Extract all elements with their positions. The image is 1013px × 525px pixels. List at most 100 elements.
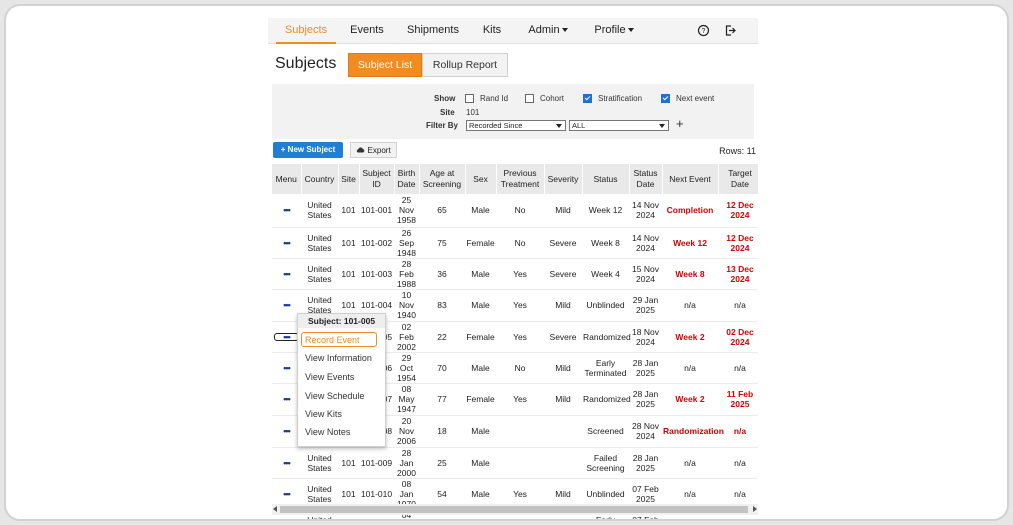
window-frame: Subjects Events Shipments Kits Admin Pro…: [4, 4, 1009, 521]
table-cell: 22: [419, 321, 465, 353]
table-cell: United States: [301, 227, 338, 259]
checkbox-next-event[interactable]: [661, 94, 670, 103]
table-cell: 20 Nov 2006: [394, 415, 419, 448]
filter-field-select[interactable]: Recorded Since: [466, 120, 566, 131]
chevron-down-icon: [556, 124, 562, 128]
table-cell: Week 12: [582, 194, 629, 228]
logout-icon[interactable]: [724, 24, 737, 37]
nav-events[interactable]: Events: [346, 18, 388, 43]
table-cell: 25 Nov 1958: [394, 194, 419, 228]
table-cell: 14 Nov 2024: [629, 227, 662, 259]
row-menu-button[interactable]: •••: [272, 227, 301, 259]
help-icon[interactable]: ?: [697, 24, 710, 37]
table-cell: 02 Feb 2002: [394, 321, 419, 353]
checkbox-next-event-label: Next event: [676, 94, 715, 103]
table-cell: 25: [419, 447, 465, 479]
table-cell: Male: [465, 289, 496, 322]
row-menu-button[interactable]: •••: [272, 258, 301, 290]
table-row[interactable]: ••• United States 101 101-002 26 Sep 1948 75 F…: [272, 227, 758, 259]
table-cell: 28 Nov 2024: [629, 415, 662, 448]
row-menu-button[interactable]: •••: [272, 447, 301, 479]
top-nav: Subjects Events Shipments Kits Admin Pro…: [268, 18, 758, 44]
nav-subjects[interactable]: Subjects: [276, 18, 336, 43]
col-header[interactable]: Country: [301, 164, 339, 194]
table-cell: United States: [301, 447, 338, 479]
site-value: 101: [466, 108, 480, 117]
site-label: Site: [440, 108, 455, 117]
table-cell: Early Terminated: [582, 352, 629, 384]
table-cell: Female: [465, 321, 496, 353]
new-subject-button[interactable]: + New Subject: [273, 142, 343, 158]
col-header[interactable]: Age at Screening: [419, 164, 466, 194]
table-cell: 15 Nov 2024: [629, 258, 662, 290]
col-header[interactable]: Birth Date: [394, 164, 420, 194]
table-cell: Male: [465, 447, 496, 479]
nav-kits[interactable]: Kits: [480, 18, 504, 43]
table-cell: Male: [465, 352, 496, 384]
col-header[interactable]: Subject ID: [359, 164, 395, 194]
table-row[interactable]: ••• United States 101 101-001 25 Nov 1958 65 M…: [272, 194, 758, 228]
col-header[interactable]: Next Event: [662, 164, 719, 194]
table-row[interactable]: ••• United States 101 101-009 28 Jan 2000 25 M…: [272, 447, 758, 479]
menu-item-view-events[interactable]: View Events: [305, 372, 354, 382]
table-cell: 12 Dec 2024: [718, 194, 758, 228]
checkbox-rand-id[interactable]: [465, 94, 474, 103]
nav-profile[interactable]: Profile: [590, 18, 638, 43]
checkbox-cohort[interactable]: [525, 94, 534, 103]
nav-admin-label: Admin: [528, 24, 560, 36]
row-menu-button-active[interactable]: •••: [274, 332, 299, 341]
table-cell: n/a: [718, 415, 758, 448]
menu-item-view-notes[interactable]: View Notes: [305, 427, 350, 437]
table-cell: Female: [465, 227, 496, 259]
table-cell: 18: [419, 415, 465, 448]
menu-item-record-event[interactable]: Record Event: [301, 332, 377, 347]
col-header[interactable]: Target Date: [718, 164, 758, 194]
table-cell: Male: [465, 415, 496, 448]
table-cell: Yes: [496, 383, 544, 416]
menu-item-view-kits[interactable]: View Kits: [305, 409, 342, 419]
menu-item-view-information[interactable]: View Information: [305, 353, 372, 363]
table-cell: Mild: [544, 352, 582, 384]
table-cell: Week 2: [662, 321, 718, 353]
svg-text:?: ?: [702, 28, 706, 35]
table-cell: Failed Screening: [582, 447, 629, 479]
horizontal-scrollbar[interactable]: [272, 504, 758, 515]
tab-rollup-report[interactable]: Rollup Report: [422, 53, 508, 77]
checkbox-rand-id-label: Rand Id: [480, 94, 509, 103]
scroll-right-icon[interactable]: [753, 506, 757, 512]
table-cell: Week 12: [662, 227, 718, 259]
chevron-down-icon: [561, 28, 568, 33]
table-cell: Female: [465, 383, 496, 416]
table-cell: 36: [419, 258, 465, 290]
add-filter-button[interactable]: +: [676, 116, 684, 131]
col-header[interactable]: Status: [582, 164, 630, 194]
row-menu-button[interactable]: •••: [272, 194, 301, 228]
export-button[interactable]: Export: [350, 142, 397, 158]
filter-value-select[interactable]: ALL: [569, 120, 669, 131]
scroll-left-icon[interactable]: [273, 506, 277, 512]
nav-admin[interactable]: Admin: [526, 18, 570, 43]
page-title: Subjects: [275, 55, 337, 72]
checkbox-stratification[interactable]: [583, 94, 592, 103]
col-header[interactable]: Severity: [544, 164, 583, 194]
table-cell: 28 Feb 1988: [394, 258, 419, 290]
table-cell: 101-001: [359, 194, 394, 228]
scrollbar-thumb[interactable]: [280, 506, 748, 513]
tab-subject-list[interactable]: Subject List: [348, 53, 422, 77]
col-header[interactable]: Site: [338, 164, 360, 194]
col-header[interactable]: Sex: [465, 164, 497, 194]
table-cell: Severe: [544, 258, 582, 290]
table-cell: Week 4: [582, 258, 629, 290]
col-header[interactable]: Menu: [272, 164, 302, 194]
table-cell: 101-009: [359, 447, 394, 479]
menu-item-view-schedule[interactable]: View Schedule: [305, 391, 364, 401]
table-cell: n/a: [718, 447, 758, 479]
table-row[interactable]: ••• United States 101 101-003 28 Feb 1988 36 M…: [272, 258, 758, 290]
nav-shipments[interactable]: Shipments: [403, 18, 463, 43]
table-cell: Male: [465, 194, 496, 228]
table-cell: United States: [301, 258, 338, 290]
col-header[interactable]: Previous Treatment: [496, 164, 545, 194]
table-cell: Randomization: [662, 415, 724, 448]
col-header[interactable]: Status Date: [629, 164, 663, 194]
table-cell: Randomized: [582, 321, 631, 353]
